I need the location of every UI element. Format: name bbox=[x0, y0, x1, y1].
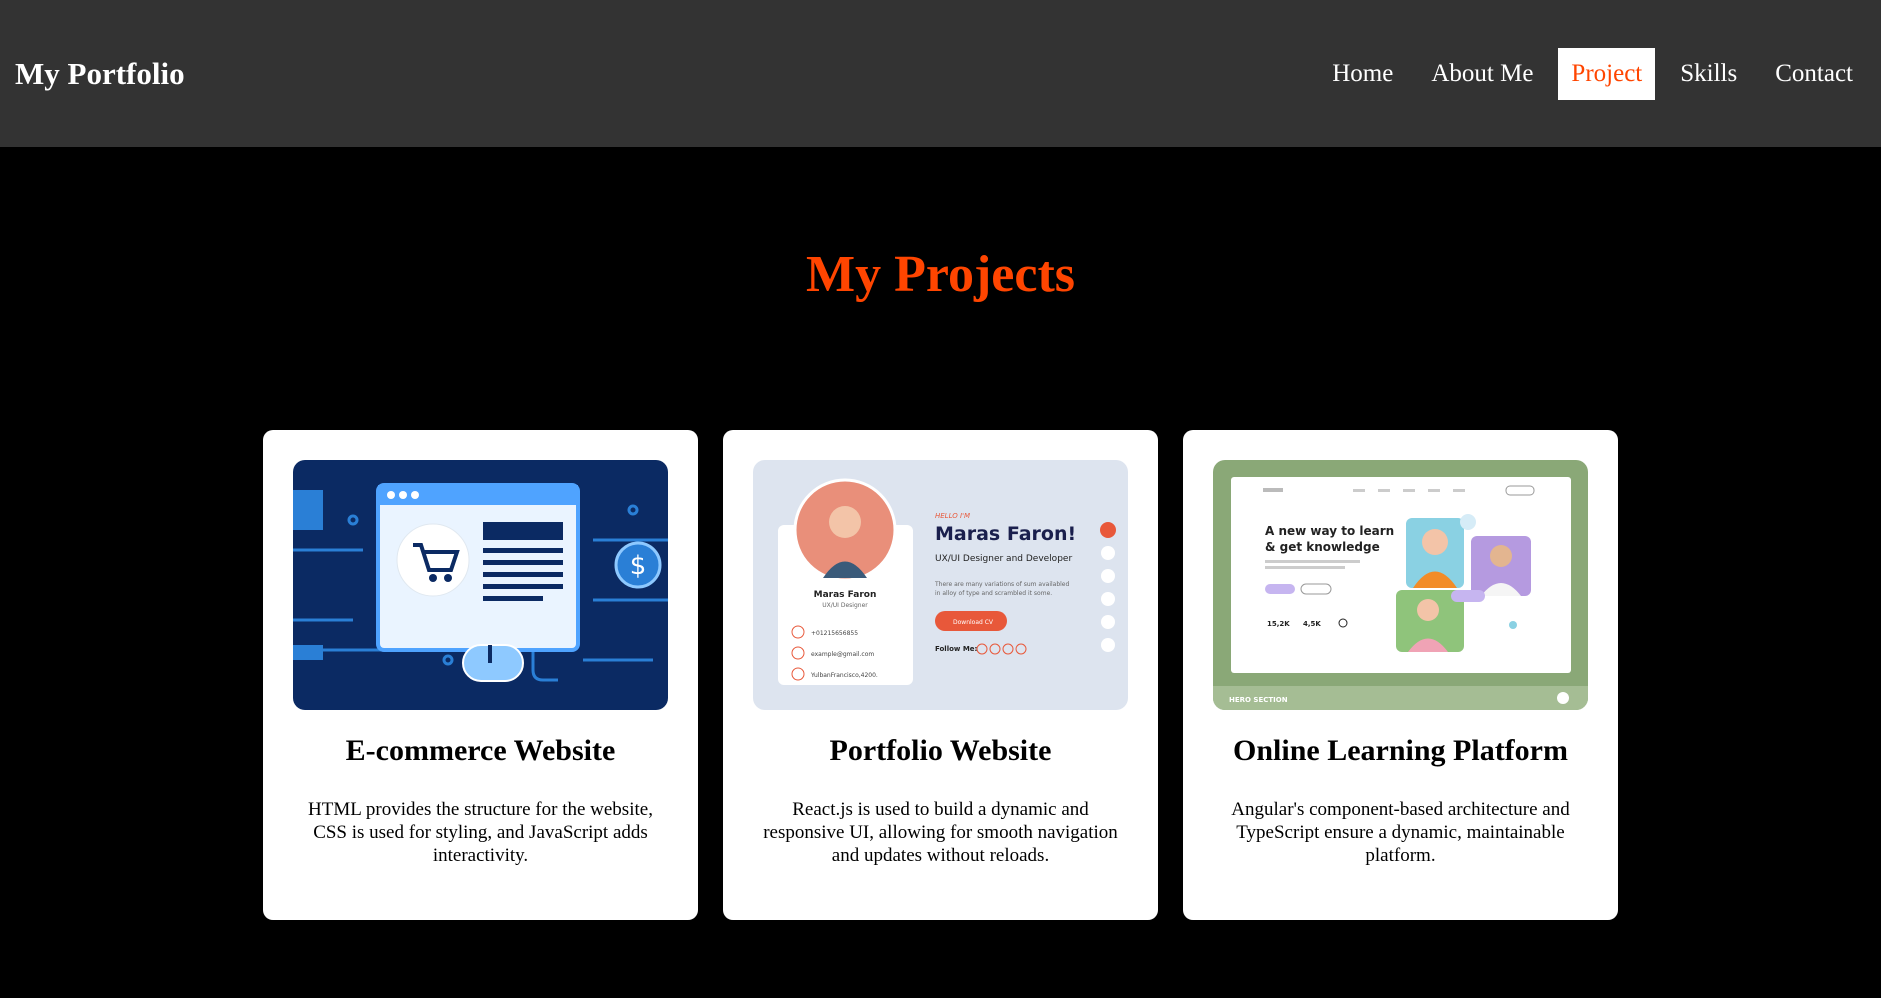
learning-mockup-graphic: HERO SECTION A new way to learn & get kn… bbox=[1213, 460, 1588, 710]
navbar: My Portfolio Home About Me Project Skill… bbox=[0, 0, 1881, 147]
mockup-email: example@gmail.com bbox=[811, 651, 874, 658]
portfolio-mockup-graphic: Maras Faron UX/UI Designer +01215656855 … bbox=[753, 460, 1128, 710]
nav-project[interactable]: Project bbox=[1558, 47, 1656, 100]
mockup-download-button: Download CV bbox=[953, 619, 994, 626]
mockup-headline-line2: & get knowledge bbox=[1265, 540, 1380, 554]
project-cards: $ E-commerce Website HTML provides the s… bbox=[263, 430, 1618, 920]
project-title: Portfolio Website bbox=[829, 734, 1052, 767]
mockup-blurb-line1: There are many variations of sum availab… bbox=[934, 581, 1070, 588]
mockup-stat1: 15,2K bbox=[1267, 620, 1290, 628]
portfolio-mockup: Maras Faron UX/UI Designer +01215656855 … bbox=[753, 460, 1128, 710]
project-title: Online Learning Platform bbox=[1233, 734, 1568, 767]
ecommerce-illustration: $ bbox=[293, 460, 668, 710]
project-description: React.js is used to build a dynamic and … bbox=[763, 799, 1118, 866]
mockup-address: YulbanFrancisco,4200. bbox=[810, 672, 878, 679]
mockup-card-name: Maras Faron bbox=[814, 590, 877, 600]
mockup-blurb-line2: in alloy of type and scrambled it some. bbox=[935, 590, 1052, 597]
project-title: E-commerce Website bbox=[345, 734, 616, 767]
main-nav: Home About Me Project Skills Contact bbox=[1319, 47, 1866, 100]
project-card-ecommerce[interactable]: $ E-commerce Website HTML provides the s… bbox=[263, 430, 698, 920]
nav-contact[interactable]: Contact bbox=[1762, 48, 1866, 100]
svg-text:$: $ bbox=[630, 551, 647, 581]
ecommerce-illustration-graphic: $ bbox=[293, 460, 668, 710]
brand-logo[interactable]: My Portfolio bbox=[15, 56, 185, 92]
section-title: My Projects bbox=[805, 246, 1075, 303]
mockup-name: Maras Faron! bbox=[935, 523, 1076, 545]
nav-skills[interactable]: Skills bbox=[1667, 48, 1750, 100]
mockup-hello: HELLO I'M bbox=[935, 512, 970, 520]
mockup-phone: +01215656855 bbox=[811, 630, 858, 637]
mockup-card-role: UX/UI Designer bbox=[822, 602, 868, 609]
nav-home[interactable]: Home bbox=[1319, 48, 1406, 100]
project-card-portfolio[interactable]: Maras Faron UX/UI Designer +01215656855 … bbox=[723, 430, 1158, 920]
mockup-role: UX/UI Designer and Developer bbox=[935, 554, 1072, 564]
project-description: HTML provides the structure for the webs… bbox=[308, 799, 653, 866]
project-card-learning[interactable]: HERO SECTION A new way to learn & get kn… bbox=[1183, 430, 1618, 920]
learning-mockup: HERO SECTION A new way to learn & get kn… bbox=[1213, 460, 1588, 710]
mockup-caption: HERO SECTION bbox=[1229, 696, 1288, 704]
mockup-follow: Follow Me: bbox=[935, 645, 978, 653]
nav-about-me[interactable]: About Me bbox=[1418, 48, 1546, 100]
project-description: Angular's component-based architecture a… bbox=[1231, 799, 1570, 866]
mockup-stat2: 4,5K bbox=[1303, 620, 1321, 628]
mockup-headline-line1: A new way to learn bbox=[1265, 524, 1394, 538]
